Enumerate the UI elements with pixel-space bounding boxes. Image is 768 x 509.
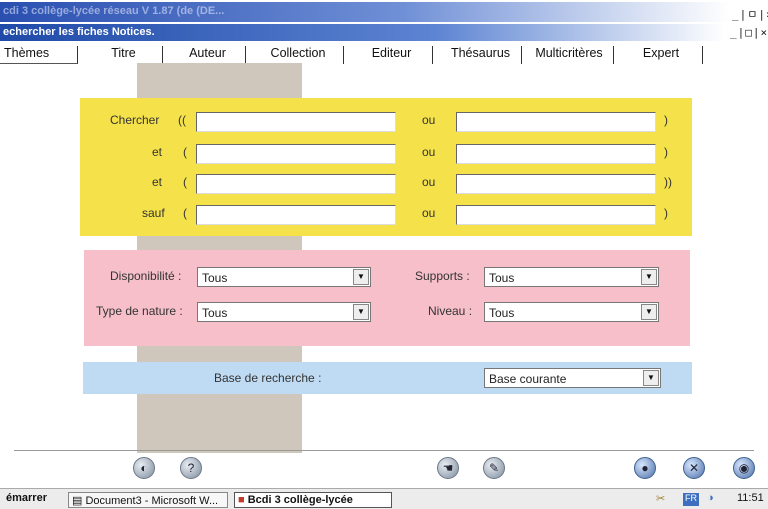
search-label-sauf: sauf	[142, 206, 165, 220]
tray-icon: ◑	[707, 492, 714, 504]
window-controls-top[interactable]: _|ㅁ|×	[732, 6, 768, 22]
close-paren: ))	[664, 175, 672, 189]
tab-titre[interactable]: Titre	[85, 46, 163, 64]
search-row-2: et ( ou )	[80, 142, 692, 166]
search-panel: Chercher (( ou ) et ( ou ) et ( ou )) sa…	[80, 98, 692, 236]
supports-value: Tous	[489, 271, 515, 285]
tab-collection[interactable]: Collection	[253, 46, 344, 64]
search-term-3b[interactable]	[456, 174, 656, 194]
open-paren: ((	[178, 113, 186, 127]
app-title: cdi 3 collège-lycée réseau V 1.87 (de (D…	[3, 5, 225, 17]
search-term-2b[interactable]	[456, 144, 656, 164]
type-nature-select[interactable]: Tous ▼	[197, 302, 371, 322]
tab-multicriteres[interactable]: Multicritères	[525, 46, 614, 64]
close-paren: )	[664, 206, 668, 220]
search-term-1b[interactable]	[456, 112, 656, 132]
taskbar-item-bcdi[interactable]: ■ Bcdi 3 collège-lycée	[234, 492, 392, 508]
window-controls-sub[interactable]: _|□|×	[730, 26, 768, 39]
search-label-et: et	[152, 145, 163, 159]
clock: 11:51	[737, 492, 764, 504]
language-indicator[interactable]: FR	[683, 493, 699, 506]
search-term-1a[interactable]	[196, 112, 396, 132]
app-icon: ■	[238, 494, 245, 506]
or-label: ou	[422, 145, 436, 159]
niveau-value: Tous	[489, 306, 515, 320]
document-title-bar: echercher les fiches Notices.	[0, 24, 725, 41]
search-row-3: et ( ou ))	[80, 172, 692, 196]
close-icon[interactable]: ✕	[683, 457, 705, 479]
filters-panel: Disponibilité : Tous ▼ Supports : Tous ▼…	[84, 250, 690, 346]
word-doc-icon: ▤	[72, 495, 83, 507]
tab-expert[interactable]: Expert	[620, 46, 703, 64]
or-label: ou	[422, 206, 436, 220]
base-value: Base courante	[489, 372, 567, 386]
search-term-3a[interactable]	[196, 174, 396, 194]
tab-themes[interactable]: Thèmes	[0, 46, 78, 64]
dropdown-arrow-icon: ▼	[353, 304, 369, 320]
dropdown-arrow-icon: ▼	[643, 370, 659, 386]
disponibilite-value: Tous	[202, 271, 228, 285]
close-paren: )	[664, 145, 668, 159]
toolbar-divider	[14, 450, 754, 451]
clear-icon[interactable]: ✎	[483, 457, 505, 479]
disponibilite-label: Disponibilité :	[110, 269, 182, 283]
niveau-label: Niveau :	[428, 304, 473, 318]
validate-icon[interactable]: ●	[634, 457, 656, 479]
search-term-4b[interactable]	[456, 205, 656, 225]
network-icon[interactable]: ✂	[656, 492, 665, 508]
type-nature-label: Type de nature :	[96, 304, 183, 318]
close-paren: )	[664, 113, 668, 127]
help-icon[interactable]: ?	[180, 457, 202, 479]
back-icon[interactable]: ◐	[133, 457, 155, 479]
tab-auteur[interactable]: Auteur	[170, 46, 246, 64]
dropdown-arrow-icon: ▼	[641, 304, 657, 320]
tab-thesaurus[interactable]: Thésaurus	[440, 46, 522, 64]
or-label: ou	[422, 113, 436, 127]
search-label-et: et	[152, 175, 163, 189]
dropdown-arrow-icon: ▼	[353, 269, 369, 285]
search-row-1: Chercher (( ou )	[80, 110, 692, 134]
or-label: ou	[422, 175, 436, 189]
taskbar-item-bcdi-label: Bcdi 3 collège-lycée	[247, 494, 353, 506]
taskbar-item-document[interactable]: ▤ Document3 - Microsoft W...	[68, 492, 228, 508]
search-row-4: sauf ( ou )	[80, 203, 692, 227]
type-nature-value: Tous	[202, 306, 228, 320]
supports-label: Supports :	[415, 269, 470, 283]
tab-bar: Thèmes Titre Auteur Collection Editeur T…	[0, 44, 768, 66]
base-select[interactable]: Base courante ▼	[484, 368, 661, 388]
start-button[interactable]: émarrer	[6, 492, 47, 508]
disponibilite-select[interactable]: Tous ▼	[197, 267, 371, 287]
globe-icon[interactable]: ◉	[733, 457, 755, 479]
app-title-bar: cdi 3 collège-lycée réseau V 1.87 (de (D…	[0, 2, 730, 22]
tab-editeur[interactable]: Editeur	[351, 46, 433, 64]
hand-icon[interactable]: ☚	[437, 457, 459, 479]
dropdown-arrow-icon: ▼	[641, 269, 657, 285]
niveau-select[interactable]: Tous ▼	[484, 302, 659, 322]
taskbar: émarrer ▤ Document3 - Microsoft W... ■ B…	[0, 488, 768, 509]
base-panel: Base de recherche : Base courante ▼	[83, 362, 692, 394]
open-paren: (	[183, 175, 187, 189]
document-title: echercher les fiches Notices.	[3, 26, 155, 38]
taskbar-item-document-label: Document3 - Microsoft W...	[85, 495, 219, 507]
base-label: Base de recherche :	[214, 371, 322, 385]
open-paren: (	[183, 145, 187, 159]
search-term-2a[interactable]	[196, 144, 396, 164]
search-term-4a[interactable]	[196, 205, 396, 225]
open-paren: (	[183, 206, 187, 220]
search-label-chercher: Chercher	[110, 113, 160, 127]
supports-select[interactable]: Tous ▼	[484, 267, 659, 287]
